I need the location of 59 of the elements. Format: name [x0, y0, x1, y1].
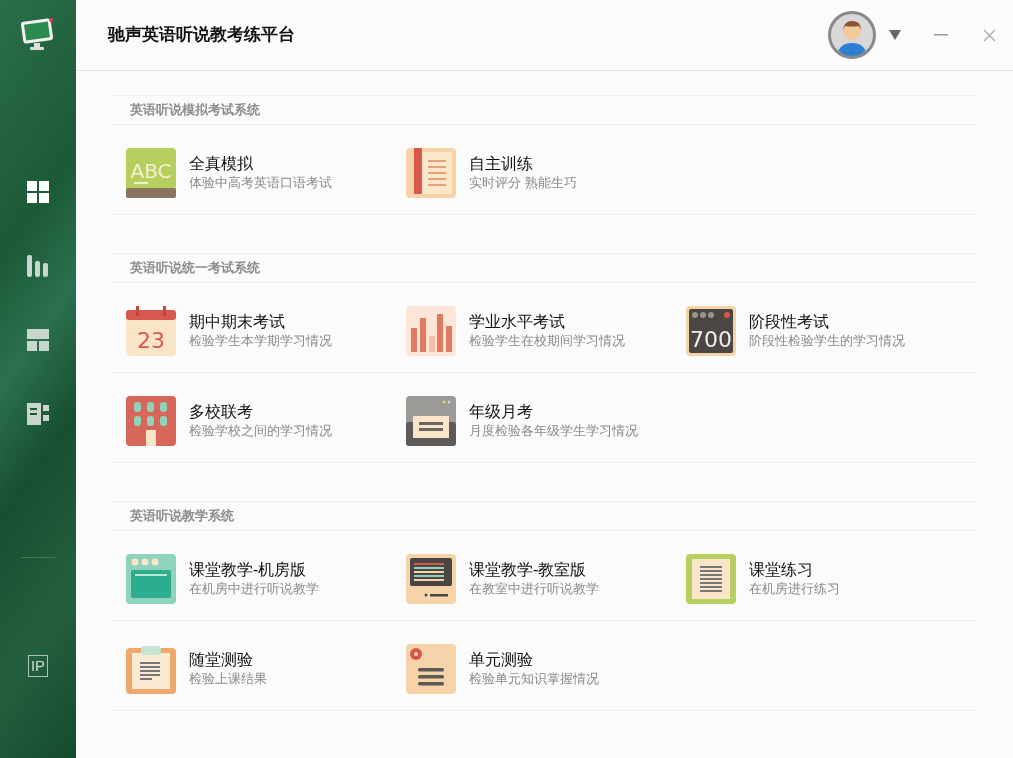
module-tile[interactable]: 单元测验 检验单元知识掌握情况	[406, 643, 686, 694]
module-tile[interactable]: 课堂练习 在机房进行练习	[686, 553, 966, 604]
module-title: 课堂练习	[749, 560, 814, 580]
section-title: 英语听说统一考试系统	[130, 259, 260, 278]
document-icon	[686, 553, 736, 604]
module-subtitle: 体验中高考英语口语考试	[189, 174, 332, 191]
monitor-icon	[406, 553, 456, 604]
oven-icon	[126, 553, 176, 604]
module-title: 期中期末考试	[189, 312, 286, 332]
module-title: 随堂测验	[189, 650, 254, 670]
module-tile[interactable]: 23 期中期末考试 检验学生本学期学习情况	[126, 305, 406, 356]
module-title: 阶段性考试	[749, 312, 830, 332]
monitor-logo-icon	[20, 16, 56, 52]
app-title: 驰声英语听说教考练平台	[108, 24, 295, 47]
module-tile[interactable]: 年级月考 月度检验各年级学生学习情况	[406, 395, 686, 446]
module-title: 单元测验	[469, 650, 534, 670]
module-title: 年级月考	[469, 402, 534, 422]
bars-icon[interactable]	[26, 254, 50, 278]
list-icon[interactable]	[26, 402, 50, 426]
clipboard-icon	[126, 643, 176, 694]
abc-book-icon: ABC	[126, 147, 176, 198]
module-subtitle: 在机房进行练习	[749, 580, 840, 597]
layout-icon[interactable]	[26, 328, 50, 352]
module-tile[interactable]: 课堂教学-机房版 在机房中进行听说教学	[126, 553, 406, 604]
module-title: 多校联考	[189, 402, 254, 422]
printer-icon	[406, 395, 456, 446]
module-tile[interactable]: ABC 全真模拟 体验中高考英语口语考试	[126, 147, 406, 198]
module-subtitle: 检验单元知识掌握情况	[469, 670, 599, 687]
module-subtitle: 检验学生本学期学习情况	[189, 332, 332, 349]
module-subtitle: 检验学校之间的学习情况	[189, 422, 332, 439]
building-icon	[126, 395, 176, 446]
grid-icon[interactable]	[26, 180, 50, 204]
dropdown-caret-icon[interactable]	[889, 30, 901, 40]
module-tile[interactable]: 700 阶段性考试 阶段性检验学生的学习情况	[686, 305, 966, 356]
module-title: 自主训练	[469, 154, 534, 174]
module-subtitle: 在机房中进行听说教学	[189, 580, 319, 597]
module-tile[interactable]: 多校联考 检验学校之间的学习情况	[126, 395, 406, 446]
module-tile[interactable]: 学业水平考试 检验学生在校期间学习情况	[406, 305, 686, 356]
module-subtitle: 检验上课结果	[189, 670, 267, 687]
section-title: 英语听说教学系统	[130, 507, 234, 526]
section-title: 英语听说模拟考试系统	[130, 101, 260, 120]
module-tile[interactable]: 自主训练 实时评分 熟能生巧	[406, 147, 686, 198]
module-subtitle: 阶段性检验学生的学习情况	[749, 332, 905, 349]
module-title: 课堂教学-机房版	[189, 560, 308, 580]
scoreboard-icon: 700	[686, 305, 736, 356]
module-tile[interactable]: 随堂测验 检验上课结果	[126, 643, 406, 694]
module-title: 课堂教学-教室版	[469, 560, 588, 580]
module-tile[interactable]: 课堂教学-教室版 在教室中进行听说教学	[406, 553, 686, 604]
module-subtitle: 月度检验各年级学生学习情况	[469, 422, 638, 439]
module-subtitle: 在教室中进行听说教学	[469, 580, 599, 597]
module-title: 学业水平考试	[469, 312, 566, 332]
note-icon	[406, 643, 456, 694]
module-subtitle: 检验学生在校期间学习情况	[469, 332, 625, 349]
ip-badge[interactable]: IP	[27, 655, 49, 677]
module-subtitle: 实时评分 熟能生巧	[469, 174, 577, 191]
notebook-icon	[406, 147, 456, 198]
avatar[interactable]	[828, 11, 876, 59]
module-title: 全真模拟	[189, 154, 254, 174]
bar-chart-icon	[406, 305, 456, 356]
